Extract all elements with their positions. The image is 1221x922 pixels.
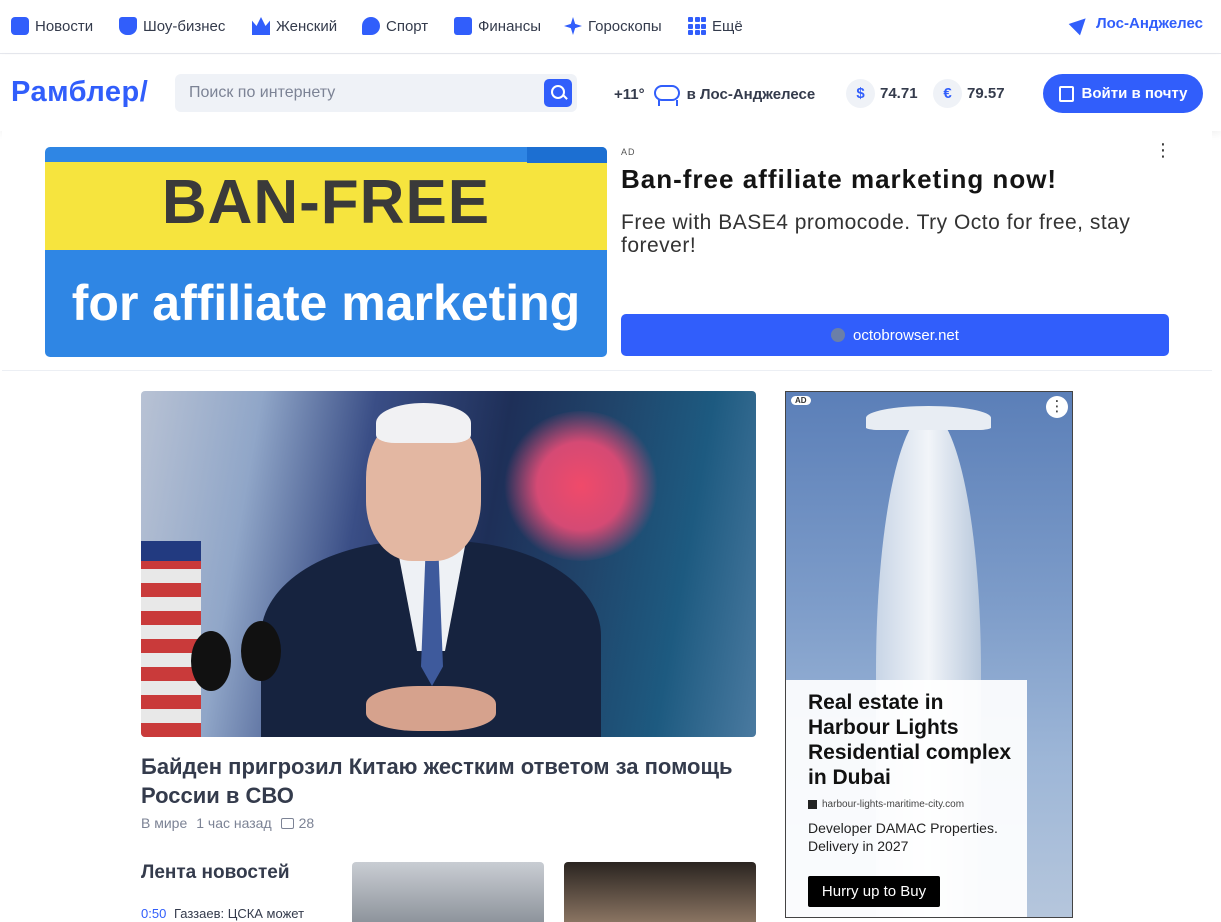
news-thumbnail[interactable] — [352, 862, 544, 922]
crown-icon — [252, 17, 270, 35]
octo-icon — [831, 328, 846, 342]
location-label: Лос-Анджелес — [1096, 15, 1203, 32]
feed-item[interactable]: 0:50 Газзаев: ЦСКА может — [141, 906, 304, 921]
top-nav: Новости Шоу-бизнес Женский Спорт Финансы… — [0, 0, 1221, 54]
story-comments[interactable]: 28 — [299, 815, 315, 831]
ad-title[interactable]: Ban-free affiliate marketing now! — [621, 164, 1057, 195]
login-mail-label: Войти в почту — [1081, 85, 1188, 102]
rate-value: 74.71 — [880, 85, 918, 102]
nav-item-label: Спорт — [386, 17, 429, 35]
nav-item-more[interactable]: Ещё — [688, 15, 743, 37]
nav-item-horoscopes[interactable]: Гороскопы — [564, 15, 662, 37]
nav-item-news[interactable]: Новости — [11, 15, 93, 37]
ad-description: Free with BASE4 promocode. Try Octo for … — [621, 211, 1131, 257]
main-story-image[interactable] — [141, 391, 756, 737]
side-ad-description: Developer DAMAC Properties. Delivery in … — [808, 820, 998, 854]
ad-cta-label: octobrowser.net — [853, 326, 959, 344]
rate-usd[interactable]: $ 74.71 — [846, 79, 918, 108]
top-ad: BAN-FREE for affiliate marketing AD Ban-… — [2, 131, 1212, 371]
star-icon — [564, 17, 582, 35]
story-time: 1 час назад — [196, 815, 272, 831]
dollar-icon: $ — [846, 79, 875, 108]
nav-item-showbiz[interactable]: Шоу-бизнес — [119, 15, 225, 37]
login-mail-button[interactable]: Войти в почту — [1043, 74, 1203, 113]
ad-label: AD — [791, 396, 811, 405]
nav-item-label: Финансы — [478, 17, 541, 35]
weather-city: в Лос-Анджелесе — [686, 85, 816, 103]
rain-cloud-icon — [652, 81, 680, 107]
wallet-icon — [454, 17, 472, 35]
location-arrow-icon — [1068, 12, 1092, 35]
banner-headline: BAN-FREE — [161, 168, 491, 237]
nav-item-label: Шоу-бизнес — [143, 17, 226, 35]
showbiz-icon — [119, 17, 137, 35]
news-icon — [11, 17, 29, 35]
feed-title[interactable]: Лента новостей — [141, 862, 290, 884]
site-favicon-icon — [808, 800, 817, 809]
logo[interactable]: Рамблер/ — [11, 76, 148, 109]
news-thumbnail[interactable] — [564, 862, 756, 922]
nav-item-label: Женский — [276, 17, 338, 35]
grid-icon — [688, 17, 706, 35]
ad-cta-button[interactable]: octobrowser.net — [621, 314, 1169, 356]
nav-item-label: Новости — [35, 17, 94, 35]
sport-icon — [362, 17, 380, 35]
feed-item-text: Газзаев: ЦСКА может — [173, 906, 305, 921]
search-button[interactable] — [544, 79, 572, 107]
side-ad-url: harbour-lights-maritime-city.com — [808, 799, 964, 810]
side-ad-title: Real estate in Harbour Lights Residentia… — [808, 691, 1012, 789]
nav-item-label: Ещё — [712, 17, 743, 35]
main-story-meta: В мире 1 час назад 28 — [141, 815, 323, 831]
weather-temp: +11° — [614, 85, 645, 103]
search-input[interactable] — [189, 83, 529, 103]
banner-subline: for affiliate marketing — [71, 275, 581, 331]
nav-item-finance[interactable]: Финансы — [454, 15, 541, 37]
story-category[interactable]: В мире — [141, 815, 187, 831]
ad-menu-icon[interactable]: ⋮ — [1046, 396, 1068, 418]
location-link[interactable]: Лос-Анджелес — [1068, 12, 1203, 35]
nav-item-label: Гороскопы — [588, 17, 662, 35]
main-story-headline[interactable]: Байден пригрозил Китаю жестким ответом з… — [141, 752, 741, 810]
euro-icon: € — [933, 79, 962, 108]
comment-icon — [280, 817, 294, 829]
feed-item-time: 0:50 — [141, 906, 167, 921]
login-icon — [1058, 85, 1074, 102]
ad-menu-icon[interactable]: ⋮ — [1154, 141, 1172, 159]
side-ad[interactable]: AD ⋮ Real estate in Harbour Lights Resid… — [785, 391, 1073, 918]
weather-widget[interactable]: +11° в Лос-Анджелесе — [614, 81, 815, 107]
header: Рамблер/ +11° в Лос-Анджелесе $ 74.71 € … — [0, 55, 1221, 131]
rate-value: 79.57 — [967, 85, 1005, 102]
rate-eur[interactable]: € 79.57 — [933, 79, 1005, 108]
search-box — [175, 74, 577, 112]
side-ad-button[interactable]: Hurry up to Buy — [808, 876, 940, 907]
nav-item-sport[interactable]: Спорт — [362, 15, 428, 37]
ad-label: AD — [621, 147, 636, 157]
nav-item-women[interactable]: Женский — [252, 15, 337, 37]
ad-banner-image[interactable]: BAN-FREE for affiliate marketing — [45, 147, 607, 357]
